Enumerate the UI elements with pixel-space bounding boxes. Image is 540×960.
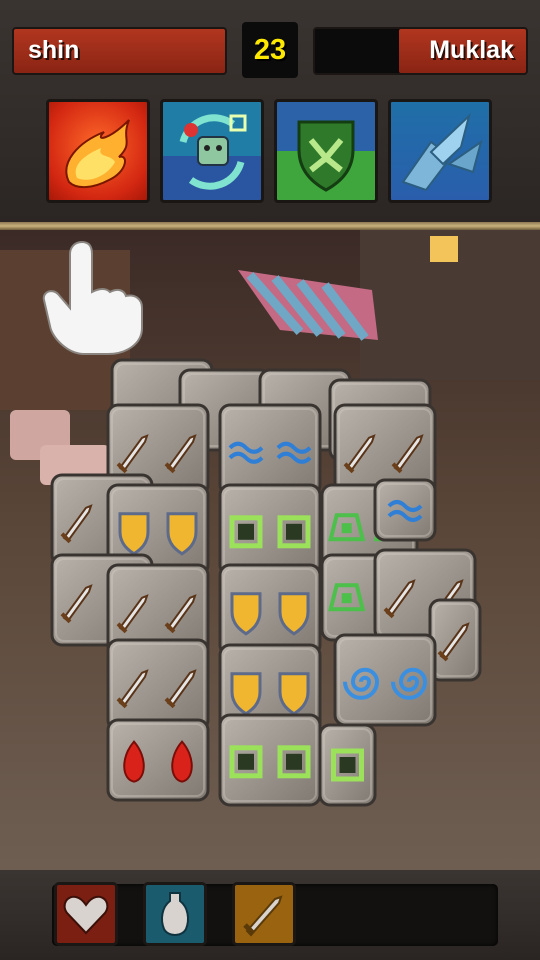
spell-shield-break[interactable] [274,99,378,203]
player2-health-bar: Muklak [313,27,528,75]
inventory-potion-slot[interactable] [143,882,207,946]
tile-green-square-icon[interactable] [218,483,322,577]
heart-icon [63,895,109,935]
tile-shield-icon[interactable] [218,563,322,657]
turn-counter: 23 [242,22,298,78]
spell-fireball[interactable] [46,99,150,203]
sword-icon [243,895,283,937]
player2-name: Muklak [429,36,514,64]
player1-name: shin [28,36,80,64]
tile-green-square-icon[interactable] [318,723,377,807]
tile-spiral-icon[interactable] [333,633,437,727]
tile-water-icon[interactable] [218,403,322,497]
tile-fire-icon[interactable] [106,718,210,802]
inventory-heart-slot[interactable] [54,882,118,946]
fireball-icon [65,119,130,188]
spell-transform[interactable] [160,99,264,203]
tile-sword-icon[interactable] [428,598,482,682]
tile-sword-icon[interactable] [106,638,210,732]
tile-cube-scene [0,230,540,870]
tile-green-square-icon[interactable] [218,713,322,807]
potion-vase-icon [161,892,189,936]
inventory-sword-slot[interactable] [232,882,296,946]
game-board[interactable] [0,230,540,870]
hud-divider [0,222,540,230]
player1-health-bar: shin [12,27,227,75]
shield-break-icon [297,120,355,192]
ice-shards-icon [401,112,483,192]
skull-transform-icon [179,114,247,190]
tile-water-icon[interactable] [373,478,437,542]
spell-ice-shards[interactable] [388,99,492,203]
